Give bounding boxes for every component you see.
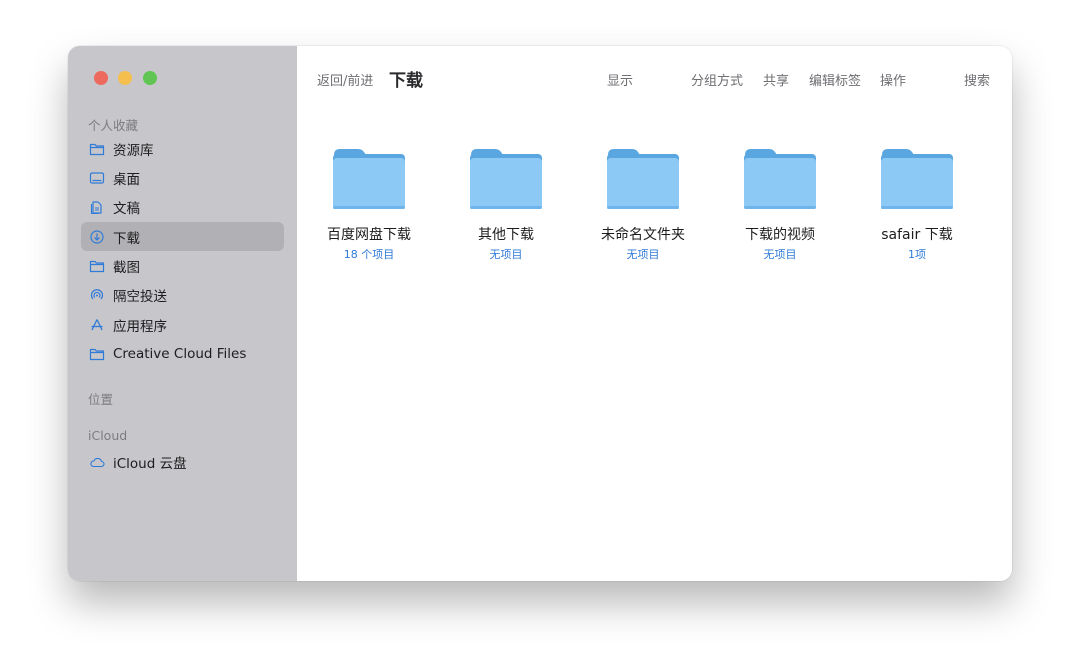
main-content: 返回/前进 下载 显示 分组方式 共享 编辑标签 操作 搜索 百度网盘下载 18… [297,46,1012,581]
sidebar-item-label: 隔空投送 [113,288,167,305]
sidebar-item-label: 文稿 [113,200,140,217]
sidebar: 个人收藏 资源库 桌面 文稿 下载 截图 隔空投送 应用程序 Creative … [68,46,297,581]
folder-item[interactable]: 其他下载 无项目 [446,146,566,262]
folder-item[interactable]: 未命名文件夹 无项目 [583,146,703,262]
sidebar-item-screenshots[interactable]: 截图 [81,251,284,280]
folder-icon [89,258,105,274]
group-button[interactable]: 分组方式 [691,70,743,89]
close-window-button[interactable] [94,71,108,85]
folder-name: safair 下载 [881,227,953,243]
minimize-window-button[interactable] [118,71,132,85]
folder-icon [470,149,542,209]
folder-item[interactable]: 百度网盘下载 18 个项目 [309,146,429,262]
folder-item-count: 无项目 [489,248,523,261]
sidebar-section-locations: 位置 [88,392,114,407]
folder-name: 百度网盘下载 [327,227,411,243]
sidebar-section-icloud: iCloud [88,428,128,443]
search-button[interactable]: 搜索 [964,70,990,89]
sidebar-item-label: 资源库 [113,142,154,159]
folder-item-count: 1项 [908,248,926,261]
cloud-icon [89,454,105,470]
window-title: 下载 [389,71,423,91]
document-icon [89,199,105,215]
folder-item[interactable]: safair 下载 1项 [857,146,977,262]
folder-icon [333,149,405,209]
sidebar-item-creative-cloud-files[interactable]: Creative Cloud Files [81,339,284,368]
folder-icon [607,149,679,209]
sidebar-item-label: iCloud 云盘 [113,455,187,472]
folder-item-count: 无项目 [763,248,797,261]
sidebar-item-label: 桌面 [113,171,140,188]
sidebar-item-label: 应用程序 [113,318,167,335]
sidebar-section-favorites: 个人收藏 [88,118,139,133]
airdrop-icon [89,287,105,303]
applications-icon [89,317,105,333]
folder-icon [89,141,105,157]
folder-name: 未命名文件夹 [601,227,685,243]
download-icon [89,229,105,245]
finder-window: 个人收藏 资源库 桌面 文稿 下载 截图 隔空投送 应用程序 Creative … [68,46,1012,581]
sidebar-item-downloads[interactable]: 下载 [81,222,284,251]
folder-item-count: 无项目 [626,248,660,261]
folder-icon [881,149,953,209]
back-forward-button[interactable]: 返回/前进 [317,70,373,89]
sidebar-item-library[interactable]: 资源库 [81,134,284,163]
view-button[interactable]: 显示 [607,70,633,89]
desktop-icon [89,170,105,186]
sidebar-item-label: 截图 [113,259,140,276]
action-button[interactable]: 操作 [880,70,906,89]
folder-name: 其他下载 [478,227,534,243]
folder-item[interactable]: 下载的视频 无项目 [720,146,840,262]
sidebar-item-desktop[interactable]: 桌面 [81,163,284,192]
sidebar-item-label: 下载 [113,230,140,247]
folder-icon [89,346,105,362]
folder-item-count: 18 个项目 [343,248,395,261]
sidebar-item-documents[interactable]: 文稿 [81,192,284,221]
sidebar-item-label: Creative Cloud Files [113,345,247,362]
share-button[interactable]: 共享 [763,70,789,89]
zoom-window-button[interactable] [143,71,157,85]
folder-name: 下载的视频 [745,227,815,243]
sidebar-item-icloud-drive[interactable]: iCloud 云盘 [81,447,284,476]
folder-icon [744,149,816,209]
sidebar-item-airdrop[interactable]: 隔空投送 [81,280,284,309]
edit-tags-button[interactable]: 编辑标签 [809,70,861,89]
sidebar-item-applications[interactable]: 应用程序 [81,310,284,339]
